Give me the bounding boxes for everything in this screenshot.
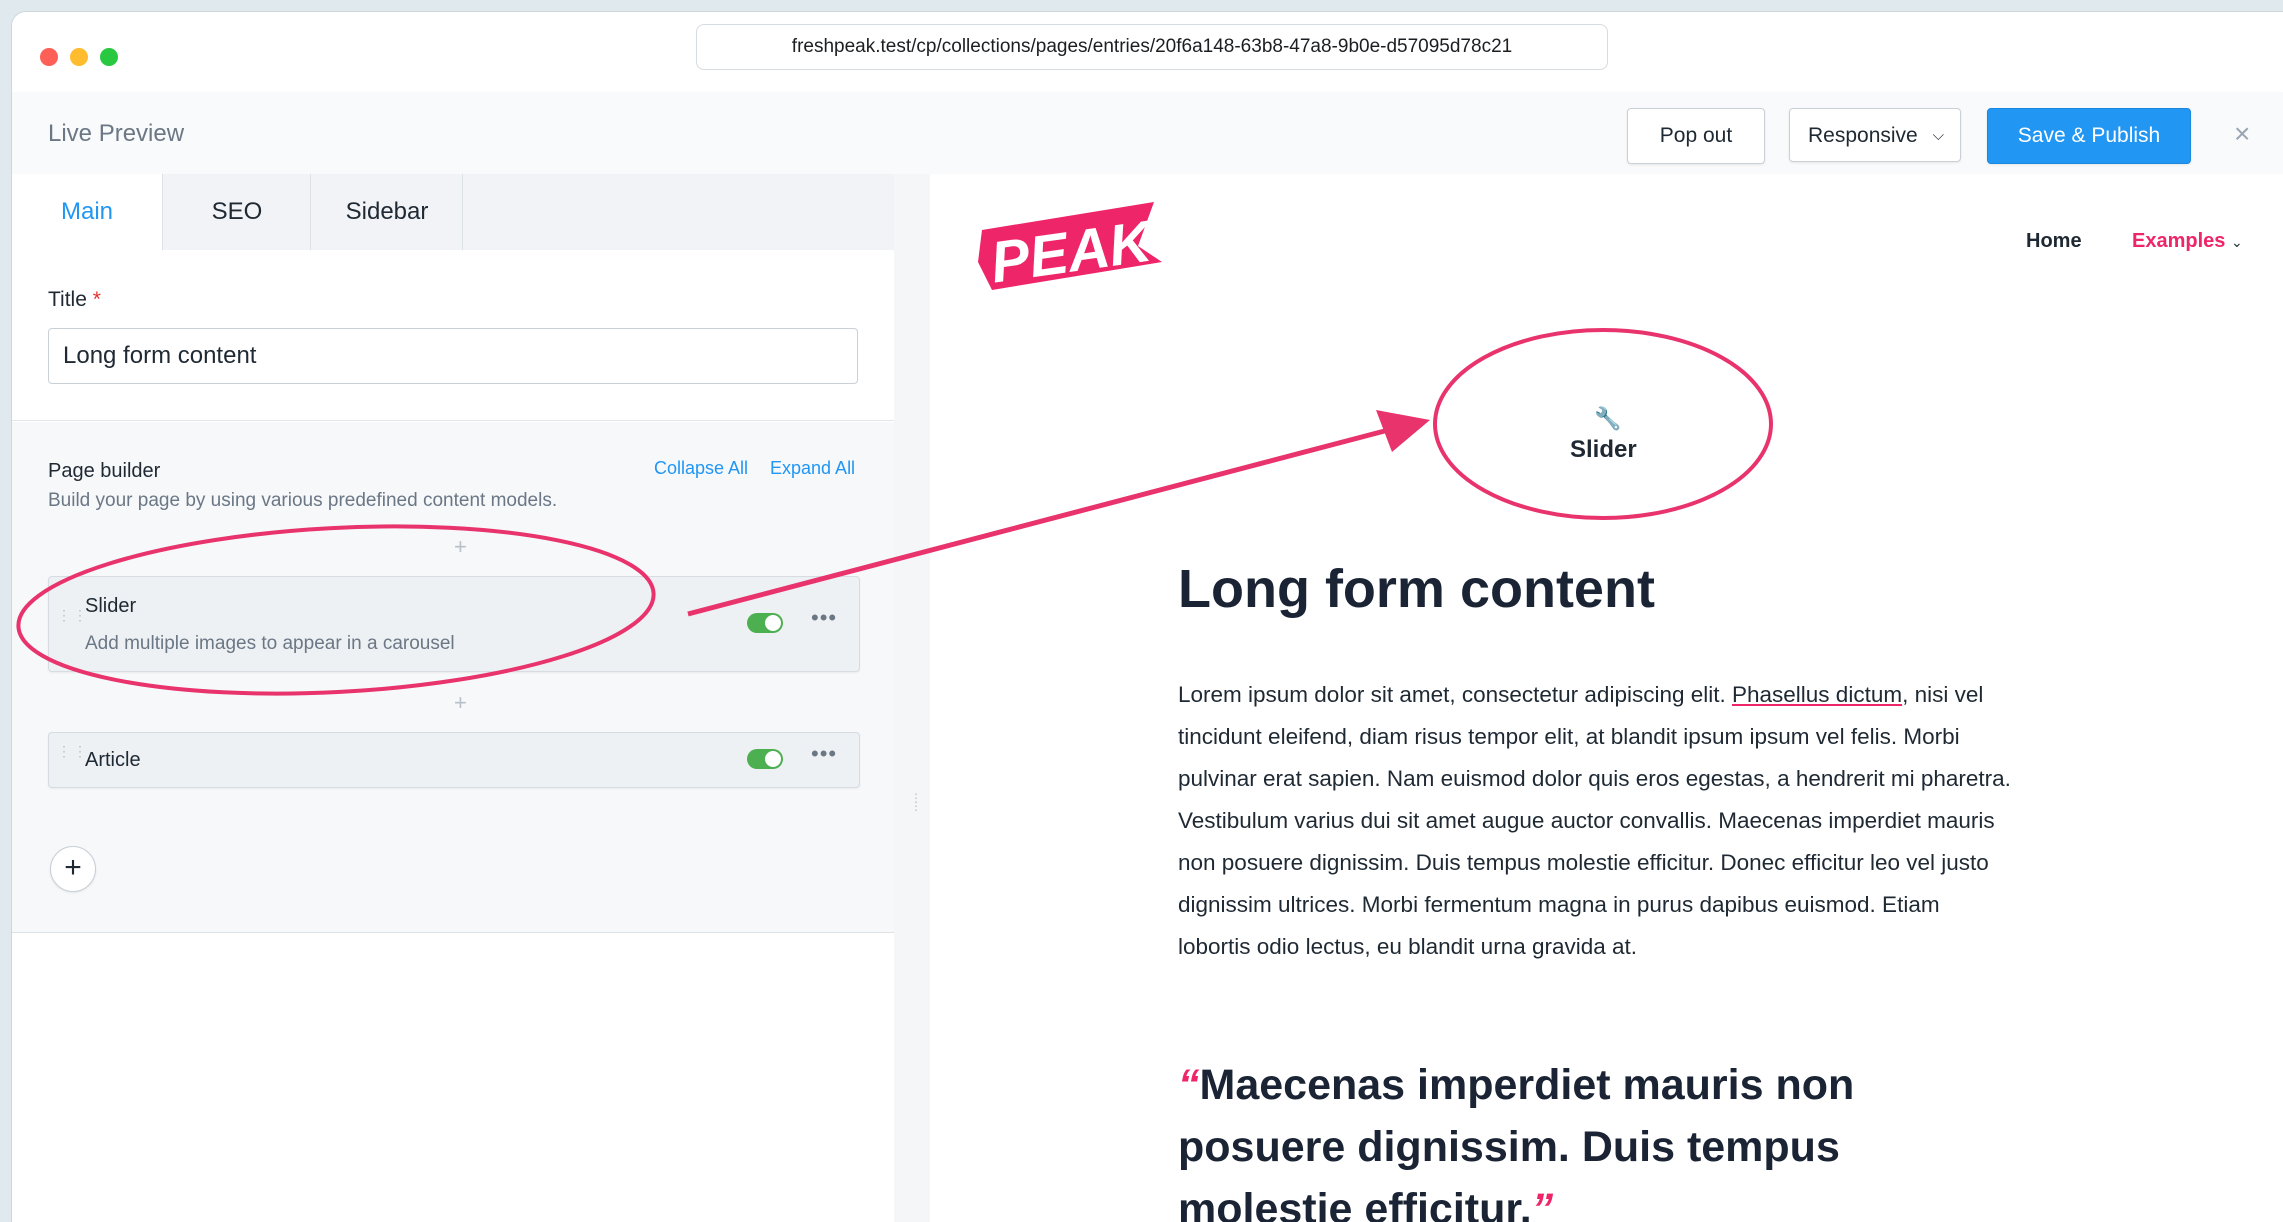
resize-handle-icon[interactable]: ⋮ ⋮	[910, 792, 922, 812]
close-window-button[interactable]	[40, 48, 58, 66]
replicator-set-slider[interactable]: ⋮⋮ Slider Add multiple images to appear …	[48, 576, 860, 672]
responsive-select[interactable]: Responsive ⌵	[1789, 108, 1961, 162]
panel-empty-area	[12, 934, 894, 1222]
tab-seo[interactable]: SEO	[164, 174, 311, 250]
browser-window: freshpeak.test/cp/collections/pages/entr…	[12, 12, 2283, 1222]
quote-open-mark: “	[1178, 1061, 1200, 1109]
insert-set-plus-icon[interactable]: +	[454, 690, 467, 716]
more-options-icon[interactable]: •••	[811, 605, 837, 631]
replicator-set-article[interactable]: ⋮⋮ Article •••	[48, 732, 860, 788]
add-set-button[interactable]: +	[50, 846, 96, 892]
pop-out-button[interactable]: Pop out	[1627, 108, 1765, 164]
resize-divider[interactable]: ⋮ ⋮	[894, 174, 930, 1222]
set-name: Article	[85, 749, 141, 771]
phasellus-dictum-link[interactable]: Phasellus dictum	[1732, 682, 1902, 707]
body-paragraph: Lorem ipsum dolor sit amet, consectetur …	[1178, 674, 2018, 968]
minimize-window-button[interactable]	[70, 48, 88, 66]
title-field-label: Title *	[48, 288, 101, 312]
chevron-down-icon: ⌵	[1932, 127, 1944, 144]
expand-all-link[interactable]: Expand All	[770, 458, 855, 479]
title-label-text: Title	[48, 288, 87, 311]
publish-form-panel: Main SEO Sidebar Title * Long form conte…	[12, 174, 894, 1222]
quote-close-mark: ”	[1531, 1185, 1554, 1222]
url-bar[interactable]: freshpeak.test/cp/collections/pages/entr…	[696, 24, 1608, 70]
page-builder-description: Build your page by using various predefi…	[48, 490, 558, 511]
close-icon[interactable]: ×	[2234, 118, 2250, 150]
title-bar: freshpeak.test/cp/collections/pages/entr…	[12, 12, 2283, 92]
paragraph-text: , nisi vel tincidunt eleifend, diam risu…	[1178, 682, 2011, 959]
drag-handle-icon[interactable]: ⋮⋮	[57, 744, 87, 758]
set-name: Slider	[85, 595, 137, 617]
tab-main[interactable]: Main	[12, 174, 163, 250]
collapse-all-link[interactable]: Collapse All	[654, 458, 748, 479]
slider-placeholder: Slider	[1570, 436, 1637, 463]
peak-logo[interactable]: PEAK	[978, 200, 1162, 292]
live-preview-title: Live Preview	[48, 120, 185, 147]
save-publish-button[interactable]: Save & Publish	[1987, 108, 2191, 164]
drag-handle-icon[interactable]: ⋮⋮	[57, 608, 87, 622]
nav-examples-label: Examples	[2132, 230, 2226, 252]
title-input[interactable]: Long form content	[48, 328, 858, 384]
required-mark: *	[92, 288, 101, 311]
quote-text: Maecenas imperdiet mauris non posuere di…	[1178, 1061, 1855, 1222]
maximize-window-button[interactable]	[100, 48, 118, 66]
set-enabled-toggle[interactable]	[747, 613, 783, 633]
set-enabled-toggle[interactable]	[747, 749, 783, 769]
set-description: Add multiple images to appear in a carou…	[85, 633, 455, 654]
wrench-icon: 🔧	[1594, 406, 1622, 431]
nav-home-link[interactable]: Home	[2026, 230, 2082, 253]
live-preview-frame: PEAK Home Examples ⌄ 🔧 Slider Long form …	[930, 174, 2283, 1222]
live-preview-header: Live Preview Pop out Responsive ⌵ Save &…	[12, 92, 2283, 175]
page-builder-section: Page builder Build your page by using va…	[12, 422, 894, 933]
page-heading: Long form content	[1178, 559, 1655, 619]
more-options-icon[interactable]: •••	[811, 741, 837, 767]
logo-text: PEAK	[987, 208, 1160, 292]
page-builder-label: Page builder	[48, 460, 161, 482]
tab-sidebar[interactable]: Sidebar	[312, 174, 463, 250]
pull-quote: “Maecenas imperdiet mauris non posuere d…	[1178, 1054, 1938, 1222]
title-field-section: Title * Long form content	[12, 250, 894, 421]
chevron-down-icon: ⌄	[2230, 234, 2243, 250]
responsive-label: Responsive	[1808, 124, 1918, 147]
paragraph-text: Lorem ipsum dolor sit amet, consectetur …	[1178, 682, 1732, 707]
nav-examples-link[interactable]: Examples ⌄	[2132, 230, 2243, 253]
insert-set-plus-icon[interactable]: +	[454, 534, 467, 560]
